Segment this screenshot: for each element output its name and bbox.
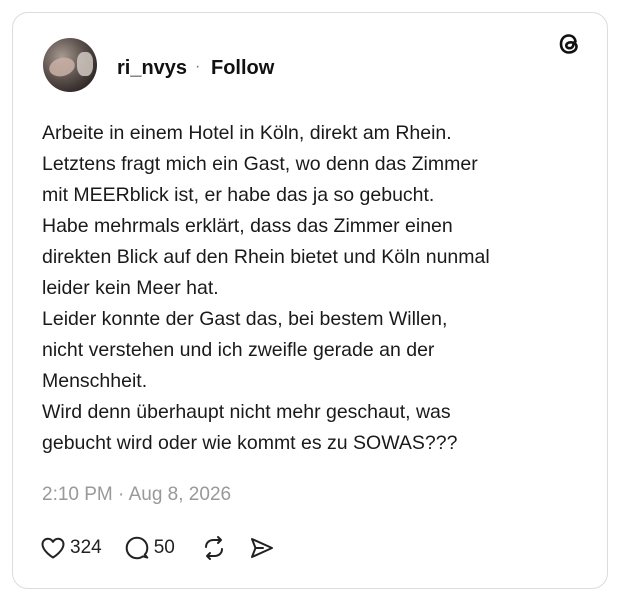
- share-button[interactable]: [249, 535, 275, 561]
- username[interactable]: ri_nvys: [117, 57, 187, 80]
- action-bar: 324 50: [40, 534, 275, 562]
- separator-dot: ·: [195, 58, 201, 75]
- share-icon: [250, 538, 273, 558]
- avatar[interactable]: [43, 38, 97, 92]
- like-button[interactable]: 324: [40, 536, 102, 560]
- repost-button[interactable]: [201, 535, 227, 561]
- reply-button[interactable]: 50: [124, 535, 175, 561]
- comment-icon: [125, 536, 149, 560]
- follow-button[interactable]: Follow: [211, 57, 274, 80]
- repost-icon: [204, 536, 223, 560]
- threads-logo-icon[interactable]: [555, 30, 583, 58]
- like-count: 324: [70, 537, 102, 558]
- reply-count: 50: [153, 537, 175, 558]
- avatar-face: [47, 54, 77, 80]
- post-timestamp: 2:10 PM · Aug 8, 2026: [42, 484, 232, 505]
- heart-icon: [41, 537, 65, 559]
- avatar-hand: [77, 52, 93, 76]
- post-text: Arbeite in einem Hotel in Köln, direkt a…: [42, 122, 490, 454]
